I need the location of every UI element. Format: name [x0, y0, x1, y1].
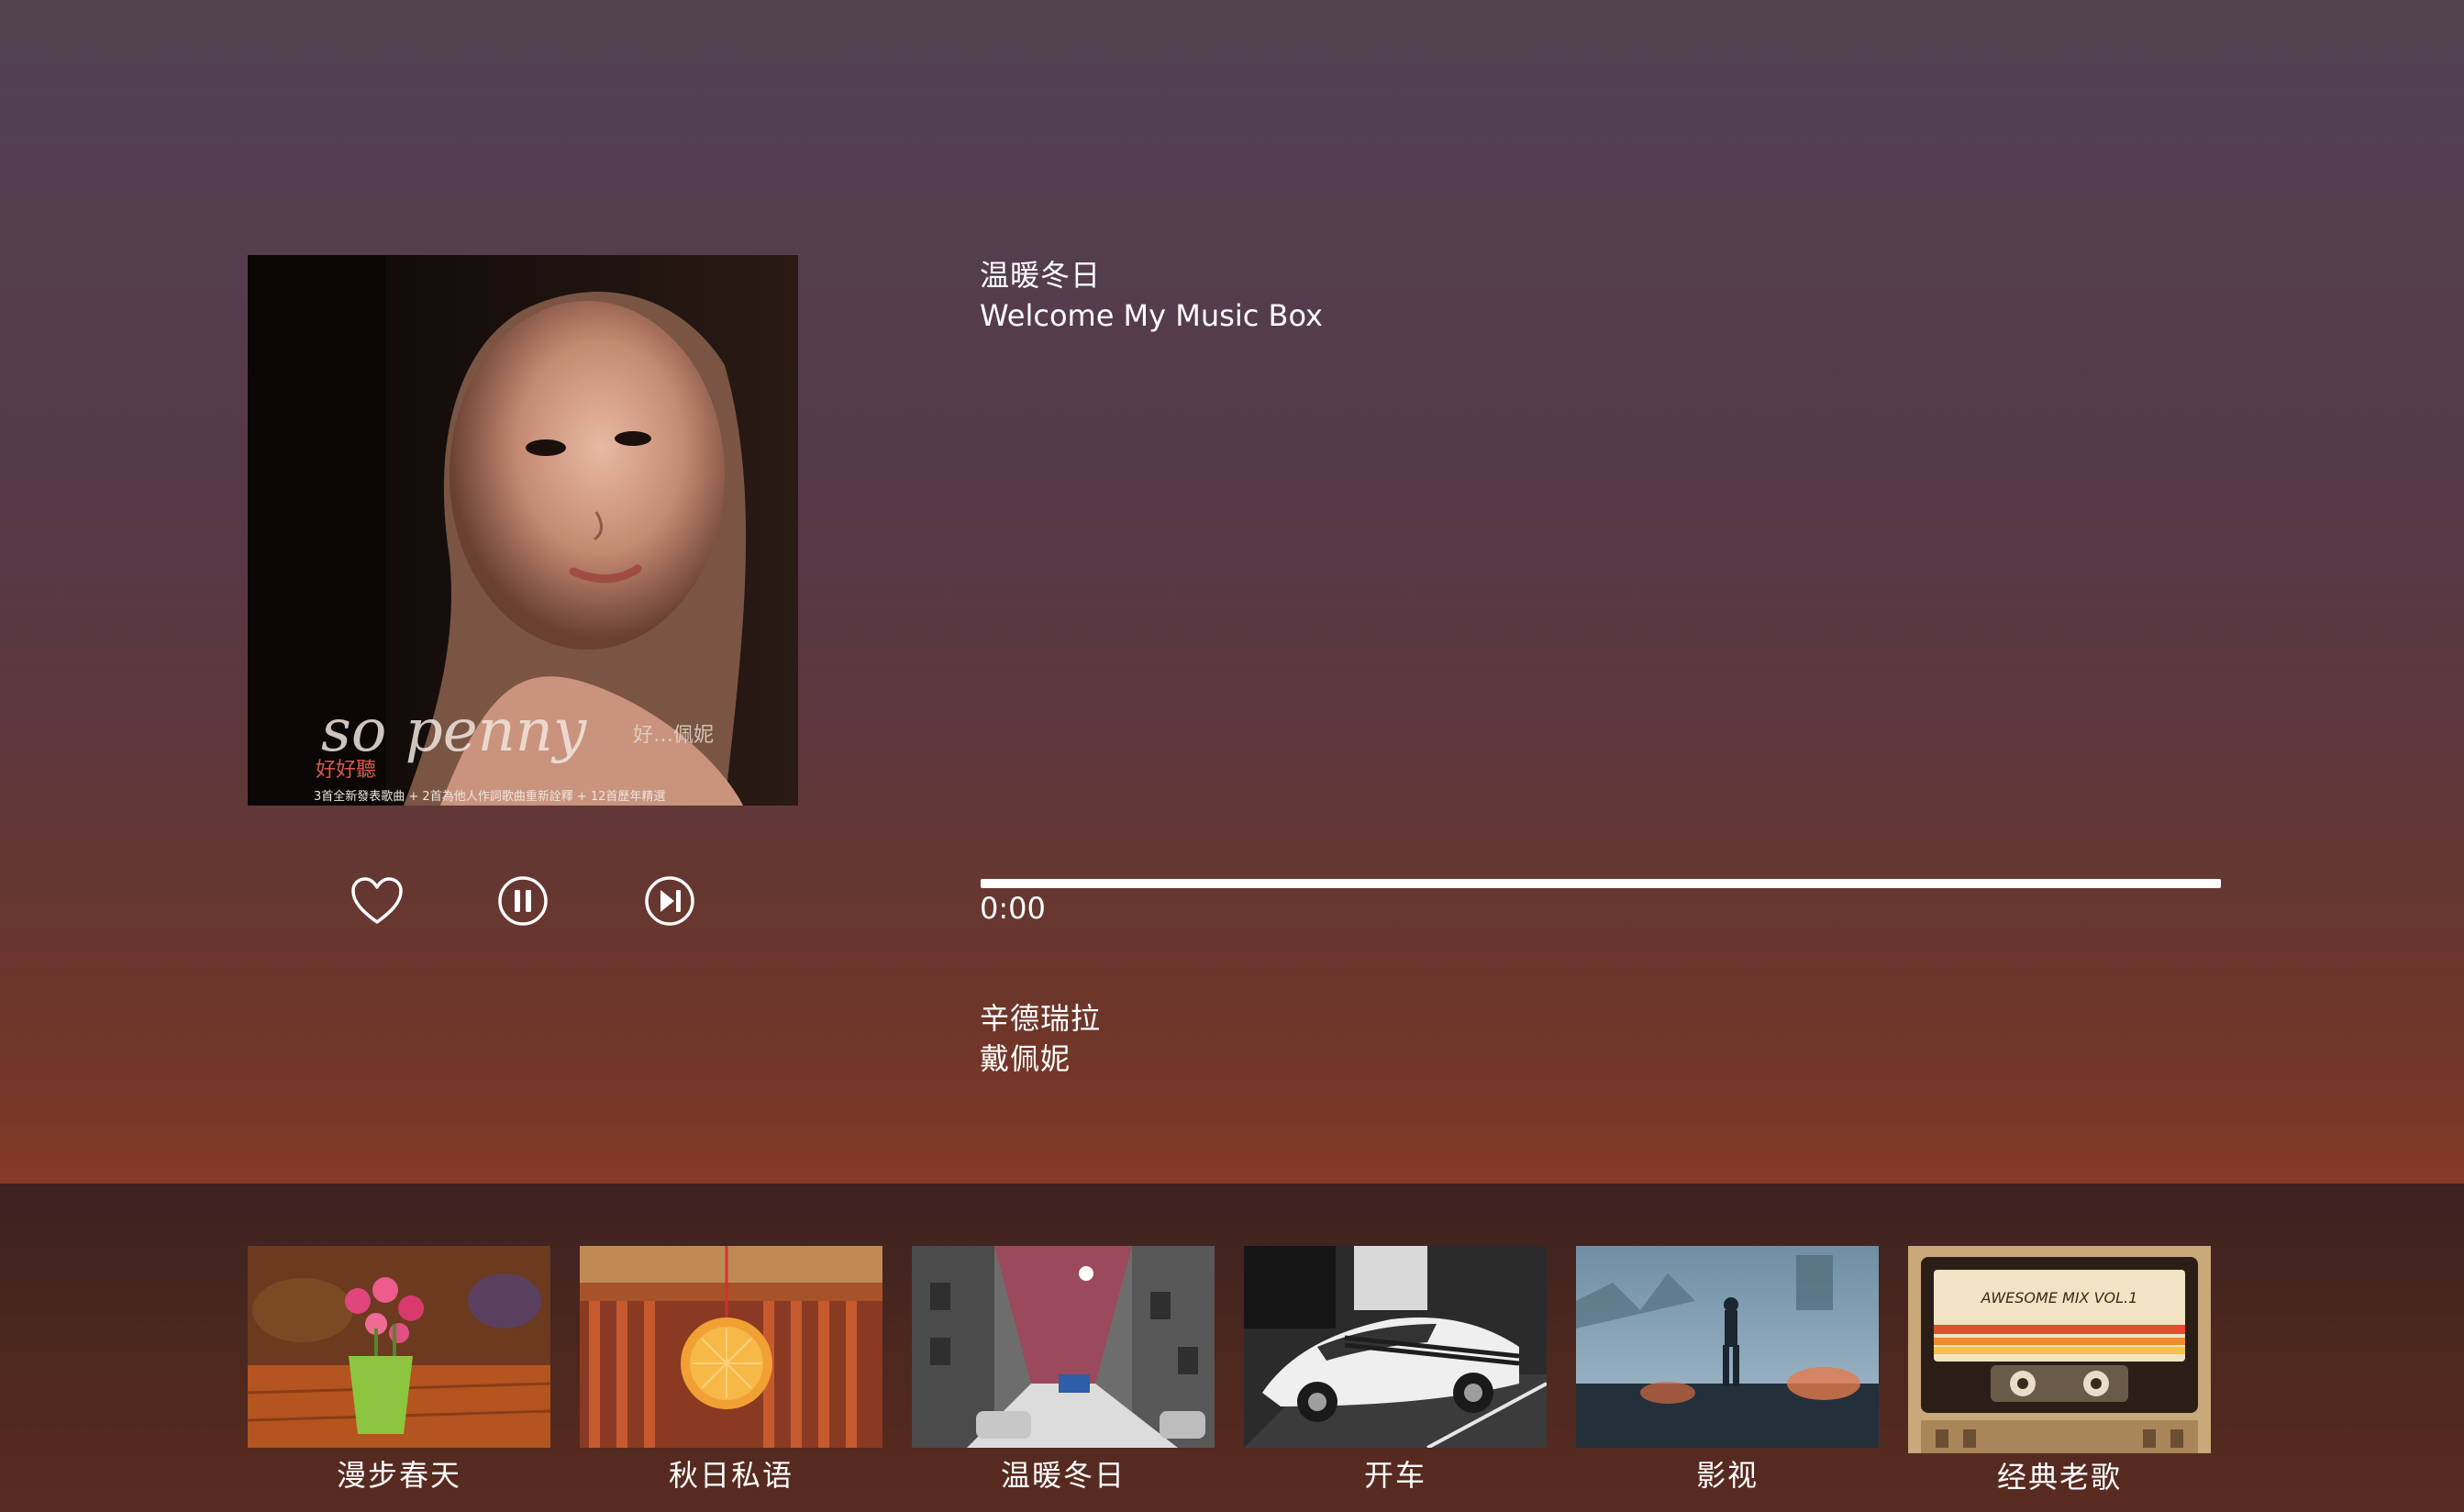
- artist-name: 戴佩妮: [980, 1041, 1071, 1076]
- playlist-label: 经典老歌: [1996, 1460, 2122, 1495]
- progress-fill: [981, 879, 2221, 888]
- playlist-item-autumn[interactable]: 秋日私语: [580, 1246, 882, 1494]
- thumbnail-orange-slice: [580, 1246, 882, 1448]
- cassette-label-text: AWESOME MIX VOL.1: [1981, 1289, 2138, 1306]
- heart-icon[interactable]: [348, 872, 406, 930]
- current-time: 0:00: [980, 891, 1046, 926]
- progress-bar[interactable]: [981, 879, 2221, 888]
- playlist-label: 温暖冬日: [1000, 1458, 1126, 1493]
- player-controls: [339, 872, 725, 936]
- playlist-item-oldies[interactable]: AWESOME MIX VOL.1 经典老歌: [1908, 1246, 2211, 1495]
- playlist-item-winter[interactable]: 温暖冬日: [912, 1246, 1215, 1494]
- playlist-label: 秋日私语: [668, 1458, 794, 1493]
- playlist-item-film[interactable]: 影视: [1576, 1246, 1879, 1494]
- cover-red-text: 好好聽: [316, 759, 376, 782]
- thumbnail-soldier-scene: [1576, 1246, 1879, 1448]
- thumbnail-sports-car: [1244, 1246, 1547, 1448]
- cover-caption: 3首全新發表歌曲 + 2首為他人作詞歌曲重新詮釋 + 12首歷年精選: [314, 789, 665, 804]
- thumbnail-flowers: [248, 1246, 550, 1448]
- pause-icon[interactable]: [494, 872, 552, 930]
- thumbnail-cassette: AWESOME MIX VOL.1: [1908, 1246, 2211, 1453]
- album-cover: so penny 好…佩妮 好好聽 3首全新發表歌曲 + 2首為他人作詞歌曲重新…: [248, 255, 798, 806]
- playlist-item-spring[interactable]: 漫步春天: [248, 1246, 550, 1494]
- subtitle: Welcome My Music Box: [980, 298, 1323, 333]
- song-name: 辛德瑞拉: [980, 1001, 1102, 1036]
- thumbnail-snowy-street: [912, 1246, 1215, 1448]
- playlist: 漫步春天 秋日私语 温暖冬日 开车 影视 AWESOME MIX VOL.1 经…: [248, 1246, 2220, 1512]
- skip-next-icon[interactable]: [640, 872, 699, 930]
- playlist-title: 温暖冬日: [980, 258, 1102, 293]
- cover-small-text: 好…佩妮: [633, 724, 714, 747]
- playlist-item-drive[interactable]: 开车: [1244, 1246, 1547, 1494]
- playlist-label: 漫步春天: [336, 1458, 461, 1493]
- playlist-label: 开车: [1363, 1458, 1426, 1493]
- playlist-label: 影视: [1695, 1458, 1759, 1493]
- cover-script-text: so penny: [321, 697, 587, 765]
